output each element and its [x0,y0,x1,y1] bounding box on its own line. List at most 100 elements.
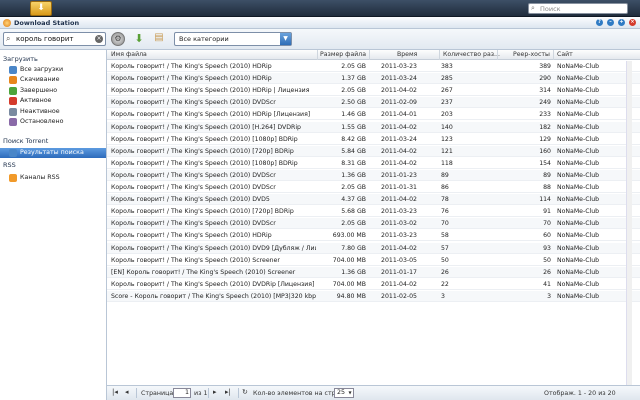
table-cell: 57 [441,244,449,252]
table-row[interactable]: Король говорит! / The King's Speech (201… [107,85,640,97]
column-header[interactable]: Сайт [557,51,573,58]
column-header[interactable]: Имя файла [111,51,147,58]
table-row[interactable]: Король говорит! / The King's Speech (201… [107,121,640,133]
search-settings-button[interactable]: ⚙ [111,32,125,46]
table-row[interactable]: Король говорит! / The King's Speech (201… [107,61,640,72]
table-cell: 86 [441,184,449,191]
table-cell: 3 [441,292,445,300]
table-cell: 70 [441,220,449,228]
table-cell: 1.55 GB [341,123,366,131]
table-cell: 114 [539,196,551,204]
table-cell: 314 [539,87,551,95]
table-row[interactable]: Король говорит! / The King's Speech (201… [107,182,640,193]
category-select[interactable]: Все категории ▼ [174,32,292,46]
close-button[interactable]: × [629,19,636,26]
gear-icon: ⚙ [114,34,122,43]
table-cell: 2.05 GB [341,220,366,228]
table-cell: Score - Король говорит / The King's Spee… [111,292,316,300]
column-divider[interactable] [439,50,440,60]
table-row[interactable]: Король говорит! / The King's Speech (201… [107,145,640,157]
table-row[interactable]: Король говорит! / The King's Speech (201… [107,109,640,121]
column-header[interactable]: Время [397,51,417,58]
table-row[interactable]: Король говорит! / The King's Speech (201… [107,255,640,266]
global-search-placeholder: Поиск [540,5,561,13]
sidebar-item[interactable]: Завершено [0,86,106,96]
chevron-down-icon: ▼ [348,390,352,395]
sidebar-item[interactable]: Каналы RSS [0,173,106,183]
column-header[interactable]: Размер файла [320,51,366,58]
column-divider[interactable] [553,50,554,60]
divider [136,388,137,398]
table-row[interactable]: Король говорит! / The King's Speech (201… [107,206,640,218]
table-cell: 1.36 GB [341,268,366,276]
help-button[interactable]: ? [596,19,603,26]
table-cell: Король говорит! / The King's Speech (201… [111,280,315,288]
column-divider[interactable] [497,50,498,60]
sidebar-item[interactable]: Скачивание [0,75,106,85]
download-station-taskbar-button[interactable]: ⬇ [30,1,52,16]
table-row[interactable]: Король говорит! / The King's Speech (201… [107,218,640,230]
table-cell: 203 [441,111,453,119]
table-row[interactable]: [EN] Король говорит! / The King's Speech… [107,266,640,278]
table-cell: Король говорит! / The King's Speech (201… [111,196,270,204]
table-cell: 7.80 GB [341,244,366,252]
next-page-icon[interactable]: ▸ [213,388,217,396]
table-cell: Король говорит! / The King's Speech (201… [111,171,276,179]
sidebar-item-icon [9,174,17,182]
table-cell: 2011-04-02 [381,159,417,167]
table-cell: 2011-03-24 [381,75,417,83]
global-search-input[interactable]: ⌕ Поиск [528,3,628,14]
maximize-button[interactable]: + [618,19,625,26]
table-row[interactable]: Король говорит! / The King's Speech (201… [107,158,640,169]
table-cell: 2011-04-02 [381,147,417,155]
per-page-select[interactable]: 25 ▼ [334,388,354,398]
prev-page-icon[interactable]: ◂ [125,388,129,396]
sidebar-item[interactable]: Результаты поиска [0,148,106,158]
sidebar-item[interactable]: Остановлено [0,117,106,127]
vertical-scrollbar[interactable] [626,61,632,385]
table-cell: 121 [441,147,453,155]
page-number-input[interactable]: 1 [173,388,191,398]
table-cell: NoNaMe-Club [557,171,600,179]
sidebar-item[interactable]: Неактивное [0,107,106,117]
column-divider[interactable] [369,50,370,60]
table-row[interactable]: Король говорит! / The King's Speech (201… [107,169,640,181]
refresh-icon[interactable]: ↻ [242,388,248,396]
minimize-button[interactable]: – [607,19,614,26]
table-row[interactable]: Король говорит! / The King's Speech (201… [107,194,640,206]
table-cell: 2011-01-17 [381,268,417,276]
table-cell: Король говорит! / The King's Speech (201… [111,111,311,119]
category-value: Все категории [179,35,229,43]
table-cell: 8.31 GB [341,159,366,167]
sidebar-item[interactable]: Активное [0,96,106,106]
table-row[interactable]: Король говорит! / The King's Speech (201… [107,279,640,290]
table-cell: NoNaMe-Club [557,75,600,83]
toolbar: ⌕ король говорит × ⚙ ⬇ ▤ Все категории ▼ [0,29,640,50]
table-cell: 693.00 MB [332,232,366,240]
sidebar-item-icon [9,97,17,105]
table-cell: 2011-03-23 [381,208,417,216]
table-cell: 389 [539,63,551,70]
table-row[interactable]: Score - Король говорит / The King's Spee… [107,290,640,302]
table-cell: 154 [539,159,551,167]
sidebar-item[interactable]: Все загрузки [0,65,106,75]
column-header[interactable]: Реер-хосты [513,51,550,58]
table-cell: 70 [543,220,551,228]
table-row[interactable]: Король говорит! / The King's Speech (201… [107,73,640,85]
open-file-button[interactable]: ▤ [152,32,166,46]
first-page-icon[interactable]: |◂ [112,388,118,396]
clear-search-icon[interactable]: × [95,35,103,43]
sidebar-item-label: Каналы RSS [20,174,60,181]
table-row[interactable]: Король говорит! / The King's Speech (201… [107,230,640,242]
torrent-search-input[interactable]: ⌕ король говорит × [3,32,106,46]
table-row[interactable]: Король говорит! / The King's Speech (201… [107,134,640,145]
table-cell: 123 [441,135,453,143]
pager-bar: |◂ ◂ Страница 1 из 1 ▸ ▸| ↻ Кол-во элеме… [107,385,640,400]
table-row[interactable]: Король говорит! / The King's Speech (201… [107,242,640,254]
column-header[interactable]: Количество раз... [443,51,500,58]
last-page-icon[interactable]: ▸| [225,388,231,396]
column-divider[interactable] [317,50,318,60]
download-button[interactable]: ⬇ [132,32,146,46]
table-row[interactable]: Король говорит! / The King's Speech (201… [107,97,640,109]
table-cell: 2011-02-09 [381,99,417,107]
